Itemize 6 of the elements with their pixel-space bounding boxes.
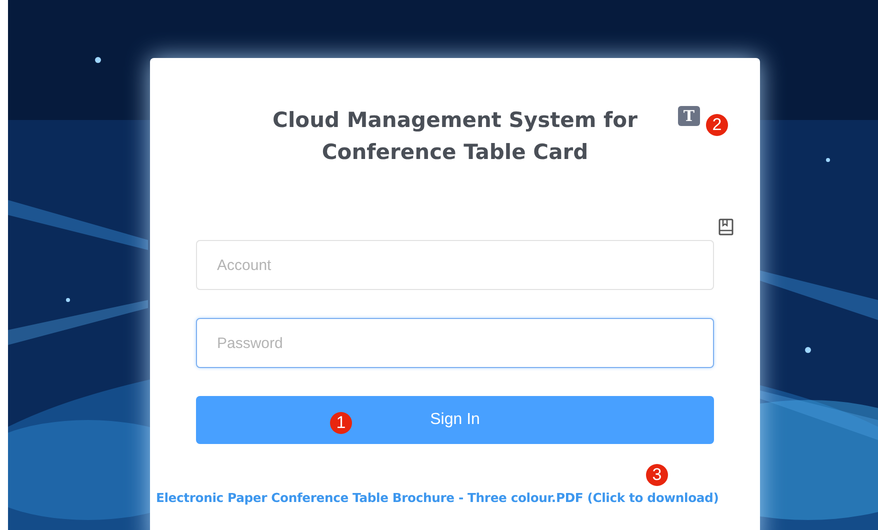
font-toggle-button[interactable]: T [678,106,700,126]
book-icon[interactable] [718,218,734,236]
password-field[interactable]: Password [196,318,714,368]
brochure-download-link[interactable]: Electronic Paper Conference Table Brochure - Three colour.PDF (Click to download) [156,490,719,505]
account-field[interactable]: Account [196,240,714,290]
system-title: Cloud Management System for Conference Table Card [272,107,638,166]
